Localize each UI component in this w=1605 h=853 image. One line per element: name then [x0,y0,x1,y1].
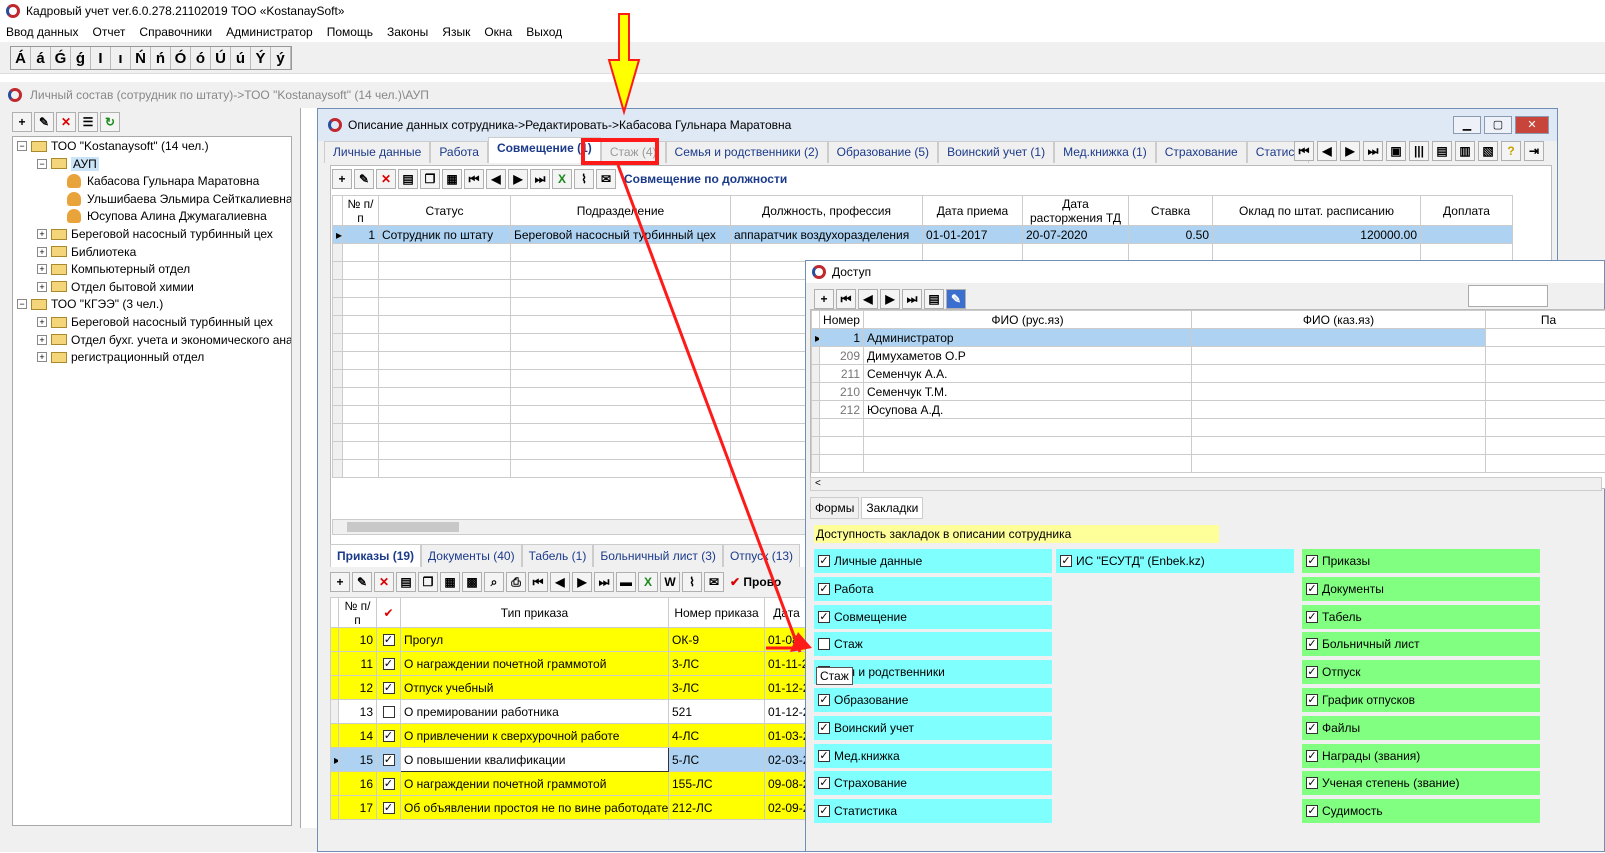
yellow-down-arrow [609,14,639,112]
annotation-arrows [0,0,1605,852]
red-arrow-line [618,165,800,652]
